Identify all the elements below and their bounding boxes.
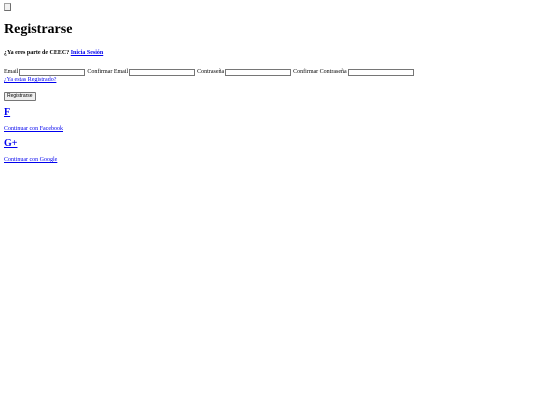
already-registered-link[interactable]: ¿Ya estas Registrado? <box>4 77 540 84</box>
confirm-email-field[interactable] <box>129 68 196 76</box>
registration-form: Email Confirmar Email Contraseña Confirm… <box>4 67 540 77</box>
page-title: Registrarse <box>4 22 73 37</box>
google-plus-icon[interactable]: G+ <box>4 138 540 150</box>
confirm-password-field[interactable] <box>347 68 414 76</box>
confirm-email-label: Confirmar Email <box>87 69 129 75</box>
google-login-link[interactable]: Continuar con Google <box>4 156 540 164</box>
password-field[interactable] <box>225 68 292 76</box>
password-label: Contraseña <box>197 69 225 75</box>
facebook-icon[interactable]: F <box>4 107 540 119</box>
register-button[interactable]: Registrarse <box>4 92 36 101</box>
page: Registrarse ¿Ya eres parte de CEEC? Inic… <box>4 3 540 164</box>
already-member-line: ¿Ya eres parte de CEEC? Inicia Sesión <box>4 49 540 57</box>
login-link[interactable]: Inicia Sesión <box>71 50 104 56</box>
already-member-text: ¿Ya eres parte de CEEC? <box>4 50 70 56</box>
confirm-password-label: Confirmar Contraseña <box>293 69 347 75</box>
email-label: Email <box>4 69 19 75</box>
broken-image-icon <box>4 3 11 11</box>
facebook-login-link[interactable]: Continuar con Facebook <box>4 125 540 133</box>
email-field[interactable] <box>19 68 86 76</box>
